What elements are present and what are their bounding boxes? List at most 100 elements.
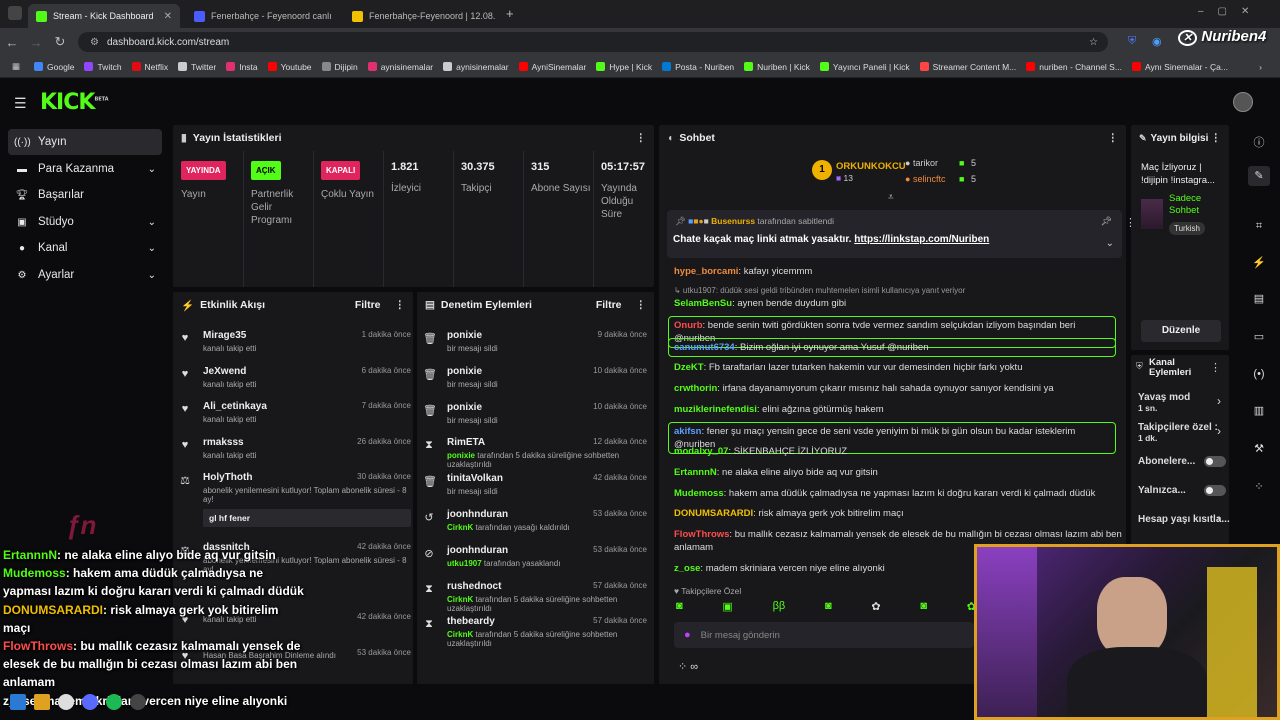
list-item[interactable]: ⧗ rushednoct CirknK tarafından 5 dakika …	[425, 581, 647, 613]
more-options-icon[interactable]: ⋮	[395, 299, 406, 311]
sidebar-item-basarilar[interactable]: 🏆︎ Başarılar	[8, 182, 162, 208]
edit-icon[interactable]: ✎	[1248, 166, 1270, 186]
chat-icon[interactable]: ▭	[1252, 330, 1266, 343]
more-options-icon[interactable]: ⋮	[636, 132, 647, 144]
emote-icon[interactable]: ◙	[920, 600, 927, 616]
chat-settings-icon[interactable]: ⁘ ∞	[678, 660, 698, 673]
gifter-row[interactable]: ● selincftc ■ 5	[905, 174, 976, 184]
chevron-right-icon[interactable]: ›	[1217, 512, 1221, 526]
window-controls[interactable]: –▢✕	[1198, 6, 1263, 17]
bookmark-item[interactable]: Insta	[226, 62, 258, 72]
list-item[interactable]: 🗑︎ ponixie bir mesajı sildi 10 dakika ön…	[423, 366, 647, 389]
reload-icon[interactable]: ↻	[48, 34, 72, 50]
bookmark-item[interactable]: Hype | Kick	[596, 62, 652, 72]
obs-icon[interactable]	[130, 694, 146, 710]
bookmark-item[interactable]: Posta - Nuriben	[662, 62, 734, 72]
filter-button[interactable]: Filtre	[355, 299, 381, 311]
pinned-link[interactable]: https://linkstap.com/Nuriben	[854, 234, 989, 245]
bookmark-item[interactable]: Twitch	[84, 62, 122, 72]
tab-kick-dashboard[interactable]: Stream - Kick Dashboard ✕	[28, 4, 180, 28]
bookmark-item[interactable]: aynisinemalar	[367, 62, 433, 72]
category-thumbnail[interactable]	[1141, 199, 1163, 229]
bookmark-star-icon[interactable]: ☆	[1089, 37, 1098, 48]
list-item[interactable]: ♥ Ali_cetinkaya kanalı takip etti 7 daki…	[181, 401, 411, 424]
tab-fenerbahce-live[interactable]: Fenerbahçe - Feyenoord canlı ✕	[186, 4, 338, 28]
list-item[interactable]: ♥ JeXwend kanalı takip etti 6 dakika önc…	[181, 366, 411, 389]
category-link[interactable]: Sadece Sohbet	[1169, 193, 1225, 217]
discord-icon[interactable]	[82, 694, 98, 710]
more-options-icon[interactable]: ⋮	[1210, 361, 1221, 374]
chevron-down-icon[interactable]: ⌄	[1106, 238, 1114, 249]
chat-input[interactable]: ● Bir mesaj gönderin	[674, 622, 974, 648]
bookmark-item[interactable]: Nuriben | Kick	[744, 62, 810, 72]
sidebar-item-ayarlar[interactable]: ⚙ Ayarlar ⌄	[8, 262, 162, 288]
subscribers-only-toggle[interactable]	[1204, 456, 1226, 467]
bookmark-item[interactable]: aynisinemalar	[443, 62, 509, 72]
close-icon[interactable]: ✕	[158, 11, 172, 22]
emote-icon[interactable]: ▣	[722, 600, 732, 616]
hamburger-menu-icon[interactable]: ☰	[14, 95, 27, 112]
unpin-icon[interactable]: 📌︎	[1101, 216, 1112, 227]
bookmark-item[interactable]: Yayıncı Paneli | Kick	[819, 62, 910, 72]
new-tab-button[interactable]: +	[506, 6, 514, 21]
bookmark-item[interactable]: Streamer Content M...	[919, 62, 1016, 72]
filter-button[interactable]: Filtre	[596, 299, 622, 311]
folder-icon[interactable]	[34, 694, 50, 710]
sidebar-item-para-kazanma[interactable]: ▬ Para Kazanma ⌄	[8, 156, 162, 182]
emote-icon[interactable]: ✿	[871, 600, 880, 616]
edit-button[interactable]: Düzenle	[1141, 320, 1221, 342]
account-age-setting[interactable]: Hesap yaşı kısıtla...	[1138, 514, 1230, 525]
bookmark-item[interactable]: Aynı Sinemalar - Ça...	[1131, 62, 1228, 72]
bookmark-item[interactable]: Dijipin	[321, 62, 358, 72]
more-bookmarks-icon[interactable]: ›	[1259, 62, 1262, 72]
emotes-only-toggle[interactable]	[1204, 485, 1226, 496]
chevron-right-icon[interactable]: ›	[1217, 394, 1221, 408]
sidebar-item-yayin[interactable]: ((·)) Yayın	[8, 129, 162, 155]
list-item[interactable]: ♥ Mirage35 kanalı takip etti 1 dakika ön…	[181, 330, 411, 353]
url-input[interactable]: ⚙ dashboard.kick.com/stream ☆	[78, 32, 1108, 52]
followers-only-setting[interactable]: Takipçilere özel :1 dk.	[1138, 422, 1218, 444]
info-icon[interactable]: ⓘ	[1252, 134, 1266, 150]
lightning-icon[interactable]: ⚡	[1252, 256, 1266, 269]
windows-start-icon[interactable]	[10, 694, 26, 710]
site-info-icon[interactable]: ⚙	[90, 37, 99, 48]
bookmark-item[interactable]: Twitter	[178, 62, 216, 72]
avatar[interactable]	[1233, 92, 1253, 112]
more-options-icon[interactable]: ⋮	[1211, 132, 1222, 144]
tab-search-icon[interactable]	[8, 6, 22, 20]
list-item[interactable]: 🗑︎ ponixie bir mesajı sildi 10 dakika ön…	[423, 402, 647, 425]
microphone-icon[interactable]: ●	[684, 629, 691, 641]
sidebar-item-kanal[interactable]: ● Kanal ⌄	[8, 235, 162, 261]
more-options-icon[interactable]: ⋮	[1108, 132, 1119, 144]
layout-icon[interactable]: ▥	[1252, 404, 1266, 417]
emote-icon[interactable]: ◙	[825, 600, 832, 616]
sidebar-item-studyo[interactable]: ▣ Stüdyo ⌄	[8, 209, 162, 235]
wrench-icon[interactable]: ⚒	[1252, 442, 1266, 455]
extension-shield-icon[interactable]: ⛨	[1128, 35, 1136, 48]
bookmark-item[interactable]: Netflix	[131, 62, 168, 72]
forward-icon[interactable]: →	[24, 35, 48, 50]
chrome-icon[interactable]	[58, 694, 74, 710]
spotify-icon[interactable]	[106, 694, 122, 710]
chevron-right-icon[interactable]: ›	[1217, 424, 1221, 438]
slow-mode-setting[interactable]: Yavaş mod 1 sn.	[1138, 392, 1190, 414]
bookmark-item[interactable]: AyniSinemalar	[518, 62, 586, 72]
bookmark-item[interactable]: Google	[34, 62, 74, 72]
list-item[interactable]: ♥ rmaksss kanalı takip etti 26 dakika ön…	[181, 437, 411, 460]
list-item[interactable]: ⊘ joonhnduran utku1907 tarafından yasakl…	[424, 545, 647, 568]
close-icon[interactable]: ✕	[495, 11, 502, 22]
list-item[interactable]: ⧗ thebeardy CirknK tarafından 5 dakika s…	[425, 616, 647, 648]
pinned-by-user[interactable]: Busenurss	[711, 216, 755, 226]
list-item[interactable]: ⧗ RimETA ponixie tarafından 5 dakika sür…	[425, 437, 647, 469]
dots-icon[interactable]: ⁘	[1252, 480, 1266, 493]
extension-icon[interactable]: ◉	[1152, 35, 1162, 48]
list-item[interactable]: ⚖ HolyThoth abonelik yenilemesini kutluy…	[180, 472, 411, 527]
bookmark-item[interactable]: nuriben - Channel S...	[1026, 62, 1122, 72]
top-gifter-name[interactable]: ORKUNKOKCU	[836, 161, 906, 172]
bookmark-item[interactable]: Youtube	[267, 62, 312, 72]
list-item[interactable]: ↺ joonhnduran CirknK tarafından yasağı k…	[424, 509, 647, 532]
broadcast-icon[interactable]: (•)	[1252, 368, 1266, 380]
emote-icon[interactable]: ◙	[676, 600, 683, 616]
apps-grid-icon[interactable]: ▦	[12, 61, 20, 72]
list-item[interactable]: 🗑︎ ponixie bir mesajı sildi 9 dakika önc…	[423, 330, 647, 353]
